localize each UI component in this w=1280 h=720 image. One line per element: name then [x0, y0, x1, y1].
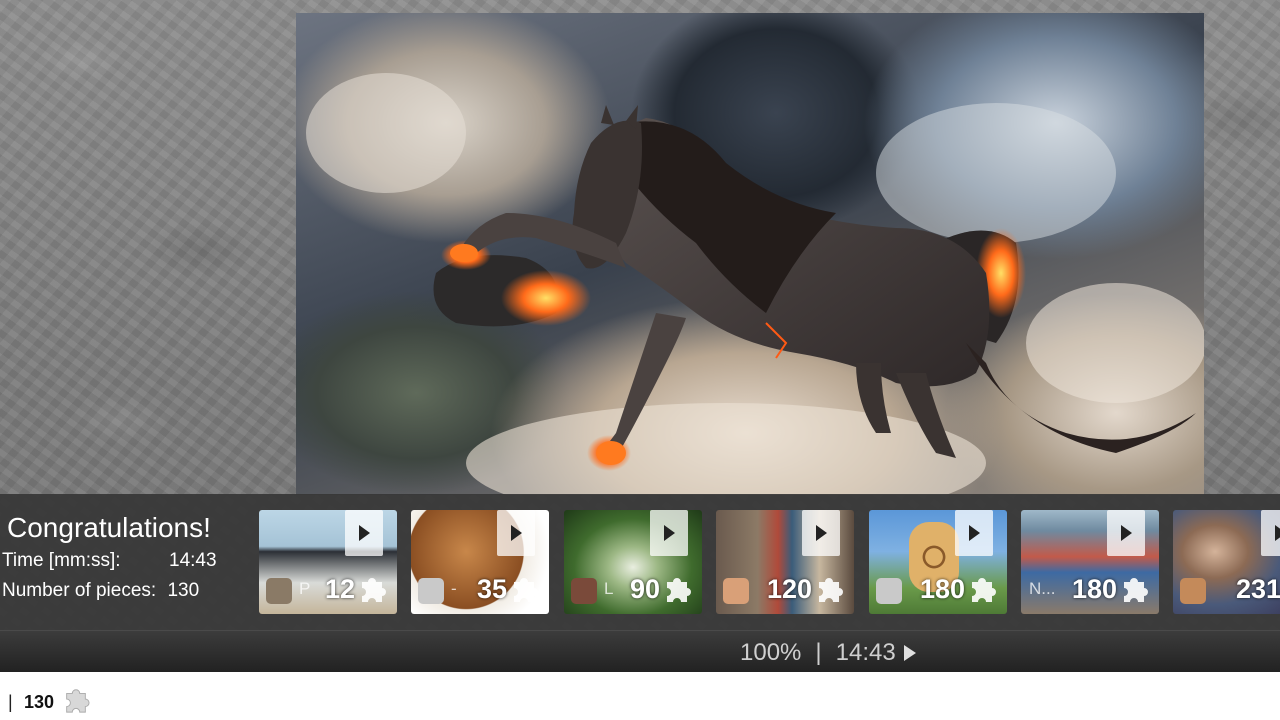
result-panel: Congratulations! Time [mm:ss]: 14:43 Num…	[0, 494, 1280, 630]
puzzle-piece-icon	[514, 578, 538, 602]
puzzle-piece-icon	[1124, 578, 1148, 602]
time-row: Time [mm:ss]: 14:43	[2, 550, 217, 572]
time-value: 14:43	[169, 550, 217, 571]
status-separator: |	[815, 639, 822, 666]
puzzle-piece-icon	[972, 578, 996, 602]
congratulations-title: Congratulations!	[7, 512, 211, 543]
footer-separator: |	[8, 692, 13, 712]
puzzle-thumbnail[interactable]: 120	[716, 510, 854, 614]
author-avatar	[266, 578, 292, 604]
piece-count: 35	[476, 574, 507, 604]
puzzle-thumbnail[interactable]: L 90	[564, 510, 702, 614]
time-label: Time [mm:ss]:	[2, 550, 121, 571]
pieces-value: 130	[167, 580, 200, 601]
author-name: -	[451, 579, 457, 598]
puzzle-piece-icon	[667, 578, 691, 602]
piece-count: 12	[324, 574, 355, 604]
puzzle-thumbnail[interactable]: 180	[869, 510, 1007, 614]
play-icon[interactable]	[497, 510, 535, 556]
puzzle-thumbnail[interactable]: P 12	[259, 510, 397, 614]
puzzle-piece-icon	[819, 578, 843, 602]
author-name: P	[299, 579, 311, 598]
author-avatar	[723, 578, 749, 604]
puzzle-thumbnail[interactable]: N... 180	[1021, 510, 1159, 614]
play-icon[interactable]	[955, 510, 993, 556]
author-avatar	[876, 578, 902, 604]
next-puzzle-list: P 12 - 35 L 90 120 180 N... 180 231	[259, 510, 1280, 614]
play-icon[interactable]	[650, 510, 688, 556]
footer-piece-count: 130	[24, 692, 55, 712]
status-info: 100% | 14:43	[740, 639, 916, 667]
play-icon[interactable]	[802, 510, 840, 556]
author-name: L	[604, 579, 614, 598]
author-avatar	[1180, 578, 1206, 604]
status-bar: 100% | 14:43	[0, 630, 1280, 672]
puzzle-piece-icon	[362, 578, 386, 602]
play-icon[interactable]	[345, 510, 383, 556]
piece-count: 180	[1071, 574, 1117, 604]
author-avatar	[418, 578, 444, 604]
footer: | 130	[0, 672, 1280, 720]
puzzle-thumbnail[interactable]: - 35	[411, 510, 549, 614]
piece-count: 231	[1235, 574, 1280, 604]
puzzle-piece-icon	[66, 689, 90, 713]
play-icon[interactable]	[1261, 510, 1280, 556]
zoom-level[interactable]: 100%	[740, 639, 801, 667]
horse-illustration	[306, 73, 1204, 495]
author-avatar	[571, 578, 597, 604]
pieces-row: Number of pieces: 130	[2, 580, 199, 602]
piece-count: 120	[766, 574, 812, 604]
play-icon[interactable]	[1107, 510, 1145, 556]
status-time: 14:43	[835, 639, 896, 666]
author-name: N...	[1029, 579, 1056, 598]
piece-count: 90	[629, 574, 660, 604]
piece-count: 180	[919, 574, 965, 604]
puzzle-thumbnail[interactable]: 231	[1173, 510, 1280, 614]
completed-puzzle-image	[296, 13, 1204, 495]
pieces-label: Number of pieces:	[2, 580, 157, 601]
play-icon[interactable]	[903, 645, 916, 661]
